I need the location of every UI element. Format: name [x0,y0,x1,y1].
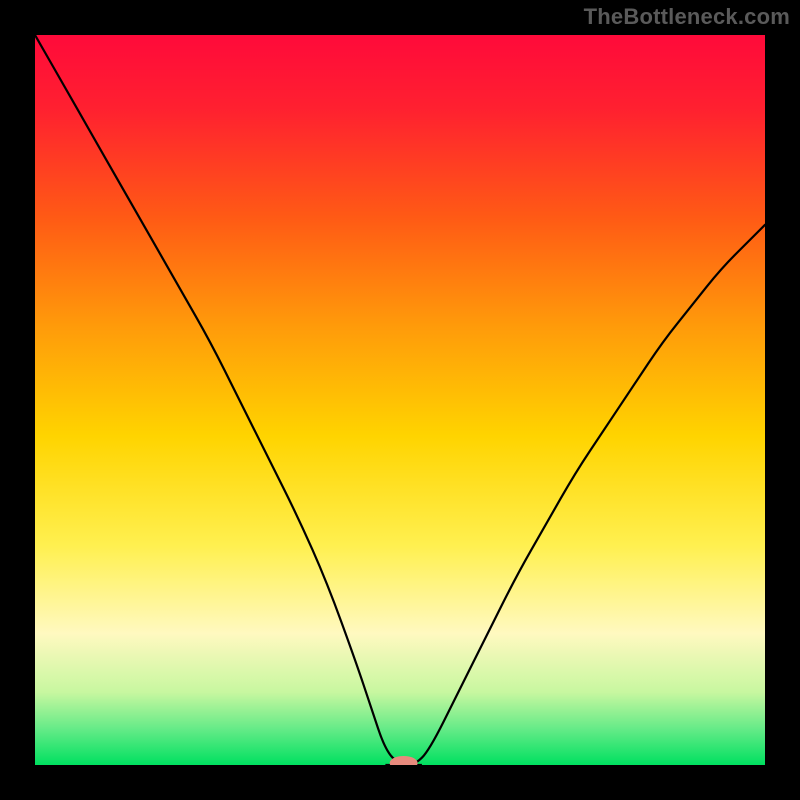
gradient-background [35,35,765,765]
watermark-text: TheBottleneck.com [584,4,790,30]
plot-area [35,35,765,765]
chart-frame: TheBottleneck.com [0,0,800,800]
